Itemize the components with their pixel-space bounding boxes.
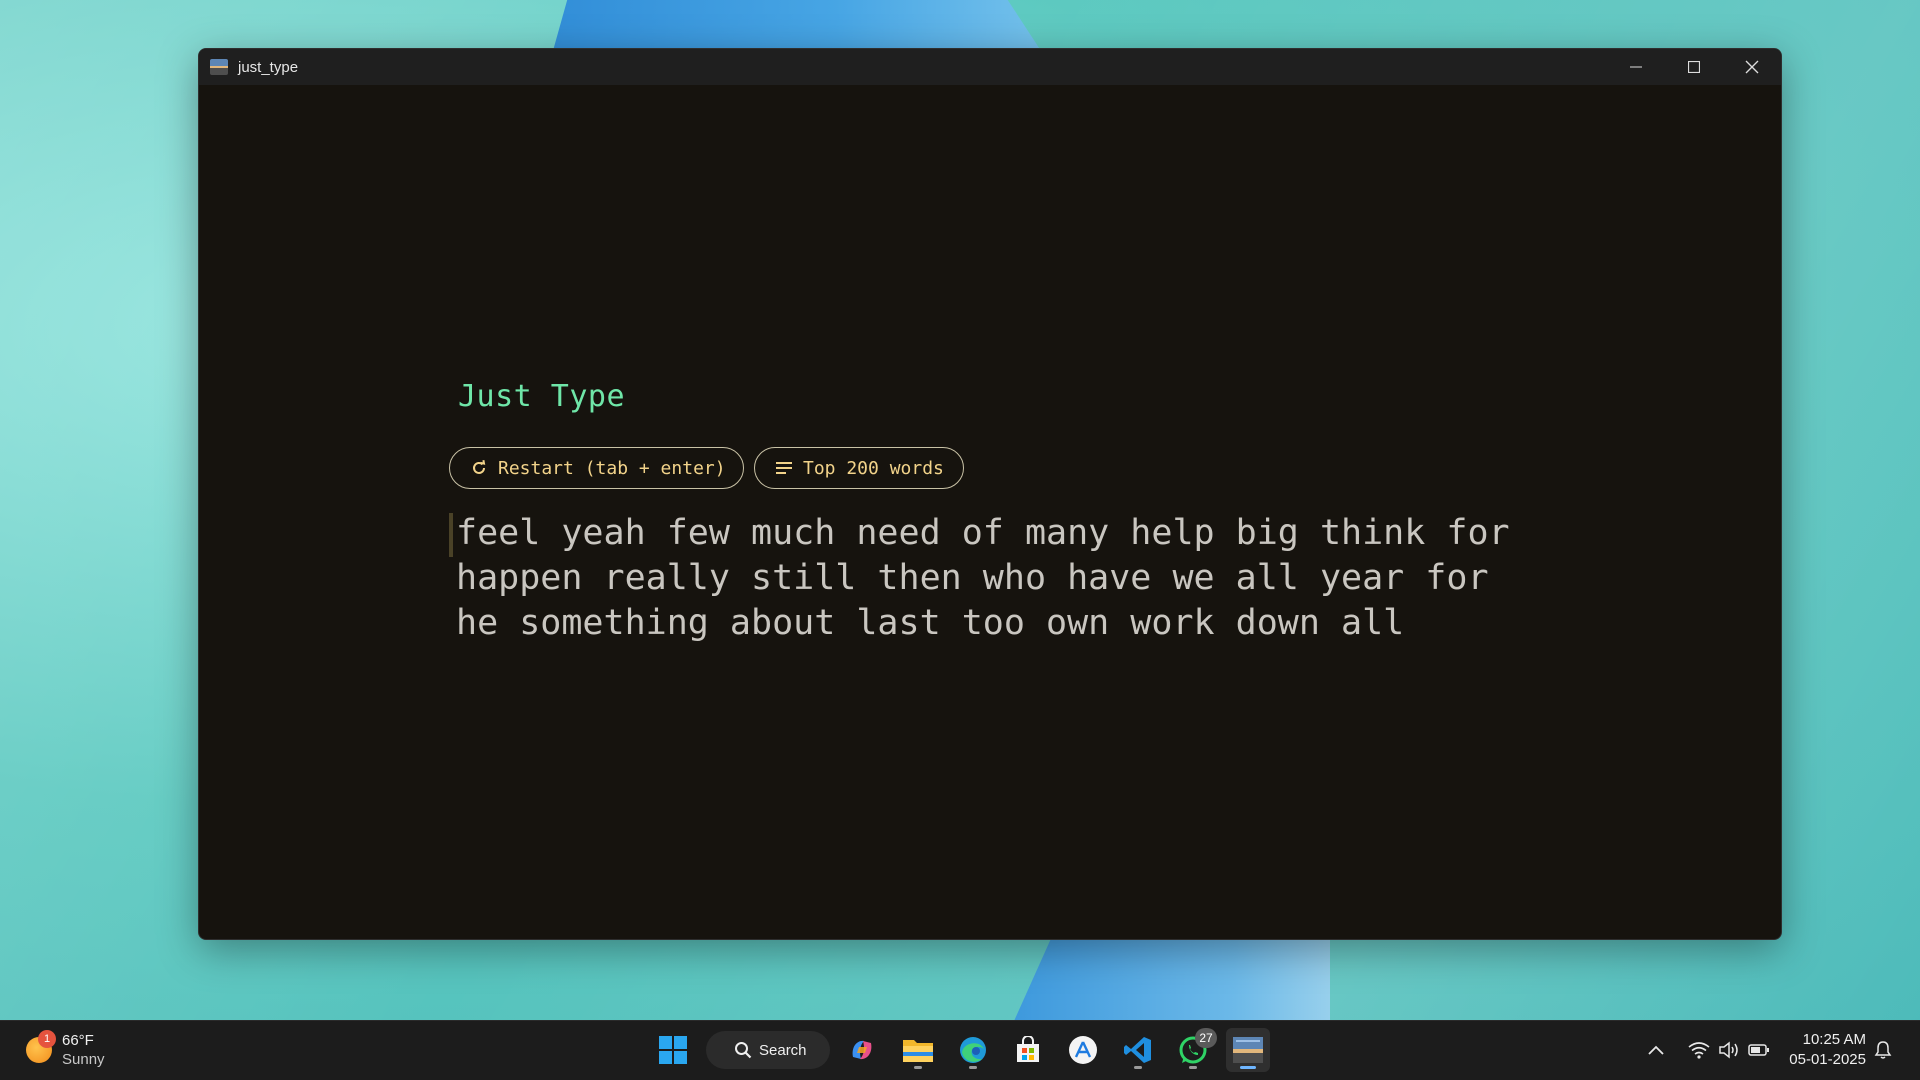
word-line: feel yeah few much need of many help big… xyxy=(456,513,1510,553)
word-line: happen really still then who have we all… xyxy=(456,558,1489,598)
sun-icon: 1 xyxy=(26,1030,56,1063)
vscode-icon xyxy=(1124,1037,1151,1063)
wifi-icon xyxy=(1688,1042,1710,1059)
restart-icon xyxy=(473,460,486,474)
restart-label: Restart (tab + enter) xyxy=(498,457,726,479)
file-explorer-button[interactable] xyxy=(896,1028,940,1072)
maximize-icon xyxy=(1688,61,1700,73)
system-tray[interactable] xyxy=(1688,1030,1770,1070)
copilot-icon xyxy=(852,1040,872,1060)
just-type-taskbar-button[interactable] xyxy=(1226,1028,1270,1072)
minimize-button[interactable] xyxy=(1607,49,1665,85)
weather-widget[interactable]: 1 66°F Sunny xyxy=(26,1030,105,1070)
weather-temp: 66°F xyxy=(62,1032,94,1049)
app-window: just_type Just Type Restart (tab + enter… xyxy=(198,48,1782,940)
store-button[interactable] xyxy=(1006,1028,1050,1072)
close-icon xyxy=(1745,60,1759,74)
window-title: just_type xyxy=(238,58,299,76)
windows-start-icon xyxy=(659,1036,687,1064)
taskbar-clock[interactable]: 10:25 AM 05-01-2025 xyxy=(1789,1030,1866,1070)
app-icon xyxy=(210,59,228,75)
battery-icon xyxy=(1748,1044,1769,1056)
clock-date: 05-01-2025 xyxy=(1789,1051,1866,1068)
word-mode-label: Top 200 words xyxy=(803,457,944,479)
show-hidden-icons-button[interactable] xyxy=(1648,1030,1664,1070)
wallpaper-bloom xyxy=(1010,930,1330,1030)
notification-badge: 1 xyxy=(38,1030,56,1048)
running-indicator xyxy=(1134,1066,1142,1069)
notifications-button[interactable] xyxy=(1874,1030,1892,1070)
copilot-button[interactable] xyxy=(840,1028,884,1072)
edge-icon xyxy=(960,1037,986,1063)
taskbar-search[interactable]: Search xyxy=(706,1031,830,1069)
bell-icon xyxy=(1874,1041,1892,1059)
search-label: Search xyxy=(759,1041,807,1059)
window-controls xyxy=(1607,49,1781,85)
word-mode-button[interactable]: Top 200 words xyxy=(754,447,964,489)
chevron-up-icon xyxy=(1648,1045,1664,1055)
edge-button[interactable] xyxy=(951,1028,995,1072)
app-title: Just Type xyxy=(458,379,626,414)
typing-caret xyxy=(449,513,453,557)
start-button[interactable] xyxy=(651,1028,695,1072)
vscode-button[interactable] xyxy=(1116,1028,1160,1072)
clock-time: 10:25 AM xyxy=(1802,1031,1866,1048)
whatsapp-button[interactable]: 27 xyxy=(1171,1028,1217,1072)
just-type-icon xyxy=(1233,1037,1263,1063)
search-icon xyxy=(735,1042,752,1059)
running-indicator xyxy=(1240,1066,1256,1069)
typing-area[interactable]: feel yeah few much need of many help big… xyxy=(456,511,1576,646)
file-explorer-icon xyxy=(903,1040,933,1062)
running-indicator xyxy=(1189,1066,1197,1069)
store-icon xyxy=(1017,1036,1039,1062)
running-indicator xyxy=(969,1066,977,1069)
whatsapp-badge: 27 xyxy=(1195,1028,1217,1048)
running-indicator xyxy=(914,1066,922,1069)
list-icon xyxy=(776,462,792,474)
app-store-button[interactable] xyxy=(1061,1028,1105,1072)
weather-condition: Sunny xyxy=(62,1051,105,1068)
restart-button[interactable]: Restart (tab + enter) xyxy=(449,447,744,489)
title-bar[interactable]: just_type xyxy=(199,49,1781,85)
minimize-icon xyxy=(1630,66,1642,68)
app-store-icon xyxy=(1069,1036,1097,1064)
close-button[interactable] xyxy=(1723,49,1781,85)
maximize-button[interactable] xyxy=(1665,49,1723,85)
volume-icon xyxy=(1719,1041,1738,1059)
word-line: he something about last too own work dow… xyxy=(456,603,1405,643)
